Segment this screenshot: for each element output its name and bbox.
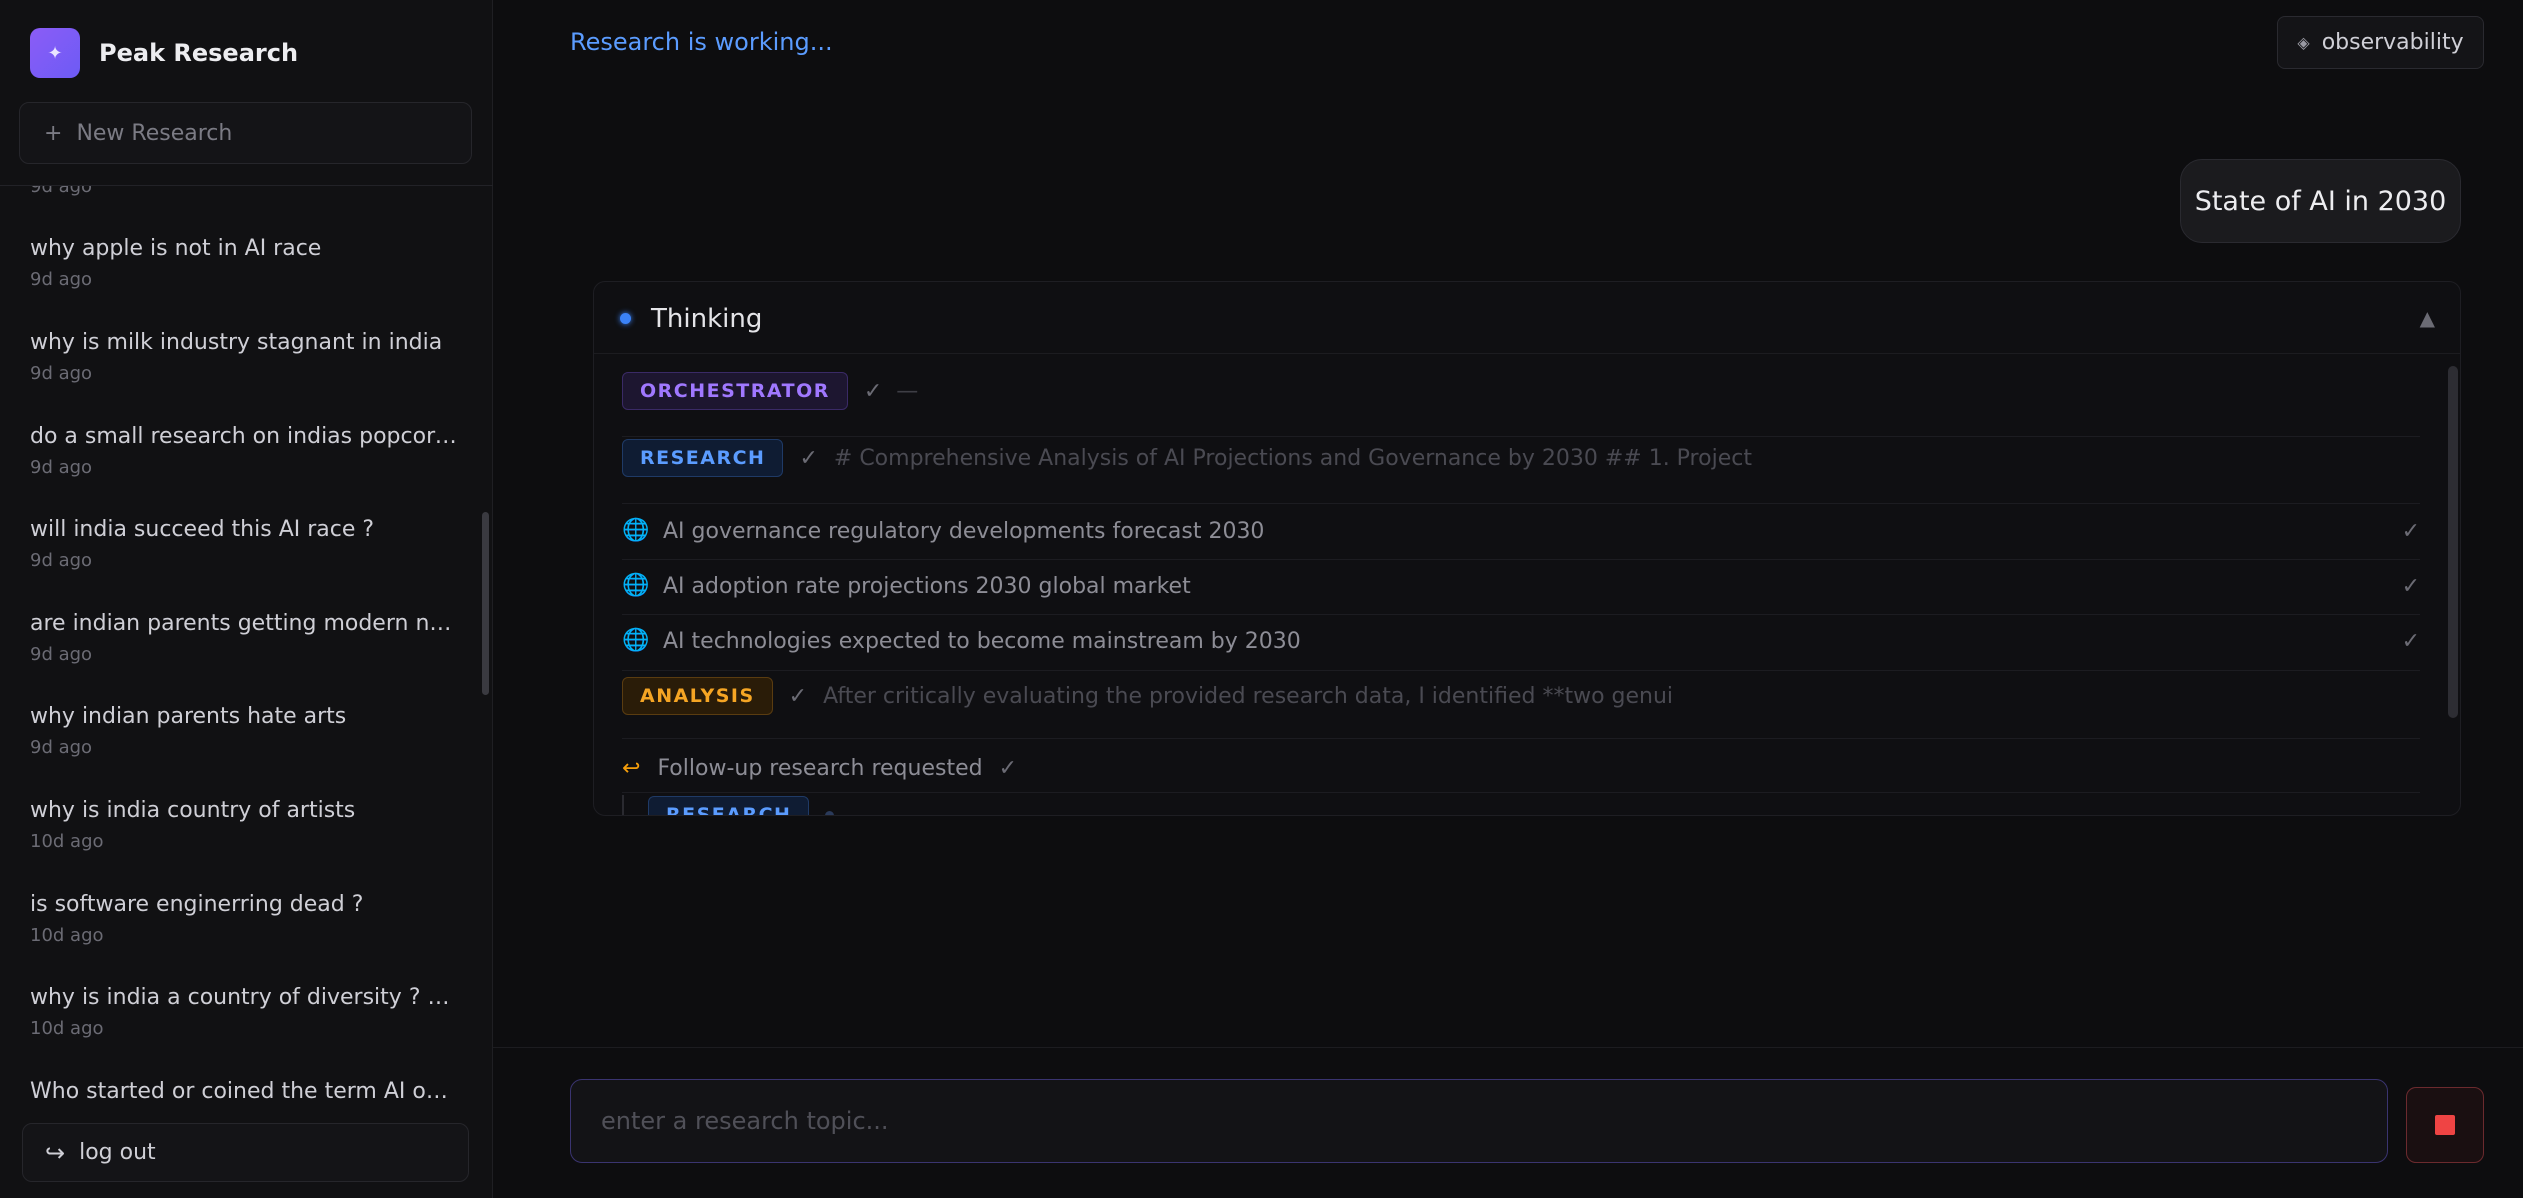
step-analysis: ANALYSIS ✓ After critically evaluating t…	[622, 677, 2420, 715]
history-title: are indian parents getting modern now	[30, 611, 460, 636]
history-item[interactable]: 9d ago	[30, 186, 460, 197]
new-research-button[interactable]: + New Research	[19, 102, 472, 164]
history-time: 9d ago	[30, 457, 93, 478]
step-divider	[622, 559, 2420, 560]
step-divider	[622, 436, 2420, 437]
step-divider	[622, 670, 2420, 671]
history-item[interactable]: is software enginerring dead ? 10d ago	[30, 892, 460, 946]
logout-label: log out	[79, 1140, 156, 1165]
check-icon: ✓	[998, 755, 1018, 781]
thinking-header[interactable]: Thinking ▲	[594, 282, 2460, 354]
stop-button[interactable]	[2406, 1087, 2484, 1163]
stop-icon	[2435, 1115, 2455, 1135]
history-item[interactable]: will india succeed this AI race ? 9d ago	[30, 517, 460, 571]
globe-icon: 🌐	[622, 628, 650, 653]
check-icon: ✓	[2401, 573, 2420, 599]
history-title: is software enginerring dead ?	[30, 892, 364, 917]
history-time: 9d ago	[30, 269, 93, 290]
history-item[interactable]: why indian parents hate arts 9d ago	[30, 704, 460, 758]
step-divider	[622, 738, 2420, 739]
globe-icon: 🌐	[622, 573, 650, 598]
history-title: why indian parents hate arts	[30, 704, 347, 729]
return-arrow-icon: ↩	[622, 755, 641, 781]
history-title: why apple is not in AI race	[30, 236, 322, 261]
logout-icon: ↪	[45, 1138, 66, 1167]
thinking-steps: ORCHESTRATOR ✓ — RESEARCH ✓ # Comprehens…	[594, 354, 2460, 815]
history-title: will india succeed this AI race ?	[30, 517, 375, 542]
new-research-label: New Research	[76, 120, 233, 146]
step-research: RESEARCH ✓ # Comprehensive Analysis of A…	[622, 439, 2420, 477]
history-item[interactable]: why is india a country of diversity ? wh…	[30, 985, 460, 1039]
status-dot-icon	[620, 313, 631, 324]
thinking-label: Thinking	[651, 304, 763, 334]
analysis-preview: After critically evaluating the provided…	[823, 683, 1674, 709]
history-time: 9d ago	[30, 737, 93, 758]
logout-button[interactable]: ↪ log out	[22, 1123, 469, 1182]
globe-icon: 🌐	[622, 518, 650, 543]
plus-icon: +	[44, 120, 63, 146]
composer-divider	[493, 1047, 2523, 1048]
history-time: 9d ago	[30, 186, 93, 197]
orchestrator-tag: ORCHESTRATOR	[622, 372, 848, 410]
observability-label: observability	[2321, 30, 2464, 55]
history-time: 9d ago	[30, 363, 93, 384]
history-time: 9d ago	[30, 644, 93, 665]
search-query: AI governance regulatory developments fo…	[663, 518, 1265, 544]
history-time: 10d ago	[30, 831, 104, 852]
nesting-line	[622, 795, 624, 815]
step-orchestrator: ORCHESTRATOR ✓ —	[622, 372, 2420, 410]
diamond-icon: ◈	[2297, 33, 2310, 52]
collapse-caret-icon[interactable]: ▲	[2420, 306, 2435, 330]
research-tag: RESEARCH	[622, 439, 784, 477]
research-topic-input[interactable]	[570, 1079, 2388, 1163]
search-query-row: 🌐 AI governance regulatory developments …	[622, 509, 2420, 553]
history-item[interactable]: do a small research on indias popcorn i.…	[30, 424, 460, 478]
research-preview: # Comprehensive Analysis of AI Projectio…	[833, 445, 1752, 471]
step-divider	[622, 792, 2420, 793]
sidebar: ✦ Peak Research + New Research 9d ago wh…	[0, 0, 493, 1198]
thinking-panel: Thinking ▲ ORCHESTRATOR ✓ — RESEARCH ✓ #…	[593, 281, 2461, 816]
history-item[interactable]: are indian parents getting modern now 9d…	[30, 611, 460, 665]
history-title: do a small research on indias popcorn i.…	[30, 424, 460, 449]
history-title: why is india country of artists	[30, 798, 356, 823]
research-status: Research is working...	[570, 28, 833, 56]
nested-research-group: RESEARCH	[594, 794, 2460, 815]
sidebar-scrollbar[interactable]	[482, 512, 489, 695]
followup-row: ↩ Follow-up research requested ✓	[622, 746, 2420, 790]
research-tag: RESEARCH	[648, 796, 810, 815]
loading-dot-icon	[825, 810, 835, 815]
user-message-bubble: State of AI in 2030	[2180, 159, 2461, 243]
search-query: AI adoption rate projections 2030 global…	[663, 573, 1191, 599]
history-item[interactable]: Who started or coined the term AI on t..…	[30, 1079, 460, 1104]
history-title: why is india a country of diversity ? wh…	[30, 985, 460, 1010]
analysis-tag: ANALYSIS	[622, 677, 773, 715]
history-item[interactable]: why apple is not in AI race 9d ago	[30, 236, 460, 290]
check-icon: ✓	[2401, 518, 2420, 544]
check-icon: ✓	[2401, 628, 2420, 654]
thinking-scrollbar[interactable]	[2448, 366, 2458, 718]
step-divider	[622, 503, 2420, 504]
history-item[interactable]: why is india country of artists 10d ago	[30, 798, 460, 852]
app-name: Peak Research	[99, 39, 299, 67]
brand[interactable]: ✦ Peak Research	[30, 28, 298, 78]
empty-preview: —	[896, 378, 919, 404]
history-time: 10d ago	[30, 925, 104, 946]
check-icon: ✓	[799, 445, 818, 471]
check-icon: ✓	[863, 378, 883, 404]
history-item[interactable]: why is milk industry stagnant in india 9…	[30, 330, 460, 384]
history-time: 10d ago	[30, 1018, 104, 1039]
history-title: why is milk industry stagnant in india	[30, 330, 443, 355]
step-divider	[622, 614, 2420, 615]
search-query-row: 🌐 AI technologies expected to become mai…	[622, 619, 2420, 663]
sparkle-logo-icon: ✦	[30, 28, 80, 78]
search-query: AI technologies expected to become mains…	[663, 628, 1301, 654]
followup-label: Follow-up research requested	[657, 755, 983, 781]
history-title: Who started or coined the term AI on t..…	[30, 1079, 460, 1104]
history-time: 9d ago	[30, 550, 93, 571]
step-research-nested: RESEARCH	[648, 796, 2420, 815]
history-list: 9d ago why apple is not in AI race 9d ag…	[0, 186, 493, 1106]
check-icon: ✓	[788, 683, 808, 709]
search-query-row: 🌐 AI adoption rate projections 2030 glob…	[622, 564, 2420, 608]
observability-button[interactable]: ◈ observability	[2277, 16, 2484, 69]
